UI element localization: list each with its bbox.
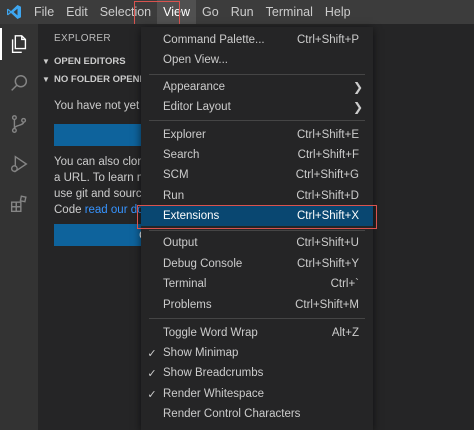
menu-item-toggle-word-wrap[interactable]: Toggle Word Wrap Alt+Z [141, 323, 373, 343]
open-editors-label: OPEN EDITORS [54, 55, 126, 67]
checkmark-icon: ✓ [147, 388, 157, 401]
menu-item-appearance[interactable]: Appearance ❯ [141, 77, 373, 97]
extensions-highlight-box [137, 205, 377, 229]
menu-edit[interactable]: Edit [60, 0, 94, 24]
extensions-icon[interactable] [0, 184, 38, 224]
menu-separator [149, 120, 365, 121]
no-folder-label: NO FOLDER OPENED [54, 73, 153, 85]
menu-go[interactable]: Go [196, 0, 225, 24]
no-folder-message: You have not yet o [54, 100, 149, 112]
menu-item-open-view[interactable]: Open View... [141, 50, 373, 70]
menu-item-search[interactable]: Search Ctrl+Shift+F [141, 145, 373, 165]
sidebar-title: EXPLORER [54, 33, 111, 44]
menu-help[interactable]: Help [319, 0, 357, 24]
chevron-right-icon: ❯ [352, 80, 363, 94]
menu-item-scm[interactable]: SCM Ctrl+Shift+G [141, 165, 373, 185]
files-icon[interactable] [0, 24, 38, 64]
menu-item-terminal[interactable]: Terminal Ctrl+` [141, 274, 373, 294]
menu-item-problems[interactable]: Problems Ctrl+Shift+M [141, 295, 373, 315]
menu-item-debug-console[interactable]: Debug Console Ctrl+Shift+Y [141, 254, 373, 274]
chevron-down-icon: ▼ [42, 56, 50, 66]
checkmark-icon: ✓ [147, 367, 157, 380]
clone-message-line-3: use git and source [54, 188, 148, 200]
menu-file[interactable]: File [28, 0, 60, 24]
menu-item-render-control-characters[interactable]: Render Control Characters [141, 404, 373, 424]
menu-item-render-whitespace[interactable]: ✓ Render Whitespace [141, 384, 373, 404]
clone-message-line-4: Code read our doc [54, 202, 149, 218]
menu-item-show-breadcrumbs[interactable]: ✓ Show Breadcrumbs [141, 363, 373, 383]
menu-separator [149, 74, 365, 75]
chevron-down-icon: ▼ [42, 74, 50, 84]
clone-message-prefix: Code [54, 204, 85, 216]
source-control-icon[interactable] [0, 104, 38, 144]
activity-bar [0, 24, 38, 430]
menu-item-editor-layout[interactable]: Editor Layout ❯ [141, 97, 373, 117]
search-icon[interactable] [0, 64, 38, 104]
chevron-right-icon: ❯ [352, 100, 363, 114]
menu-terminal[interactable]: Terminal [260, 0, 319, 24]
menu-run[interactable]: Run [225, 0, 260, 24]
clone-message-line-2: a URL. To learn mo [54, 172, 153, 184]
menu-item-command-palette[interactable]: Command Palette... Ctrl+Shift+P [141, 30, 373, 50]
menu-bar: File Edit Selection View Go Run Terminal… [0, 0, 474, 24]
menu-separator [149, 318, 365, 319]
vscode-logo-icon [0, 0, 28, 24]
menu-separator [149, 230, 365, 231]
checkmark-icon: ✓ [147, 347, 157, 360]
menu-item-explorer[interactable]: Explorer Ctrl+Shift+E [141, 125, 373, 145]
menu-item-output[interactable]: Output Ctrl+Shift+U [141, 233, 373, 253]
menu-item-show-minimap[interactable]: ✓ Show Minimap [141, 343, 373, 363]
menu-item-run[interactable]: Run Ctrl+Shift+D [141, 186, 373, 206]
run-debug-icon[interactable] [0, 144, 38, 184]
clone-message-line-1: You can also clone [54, 156, 151, 168]
